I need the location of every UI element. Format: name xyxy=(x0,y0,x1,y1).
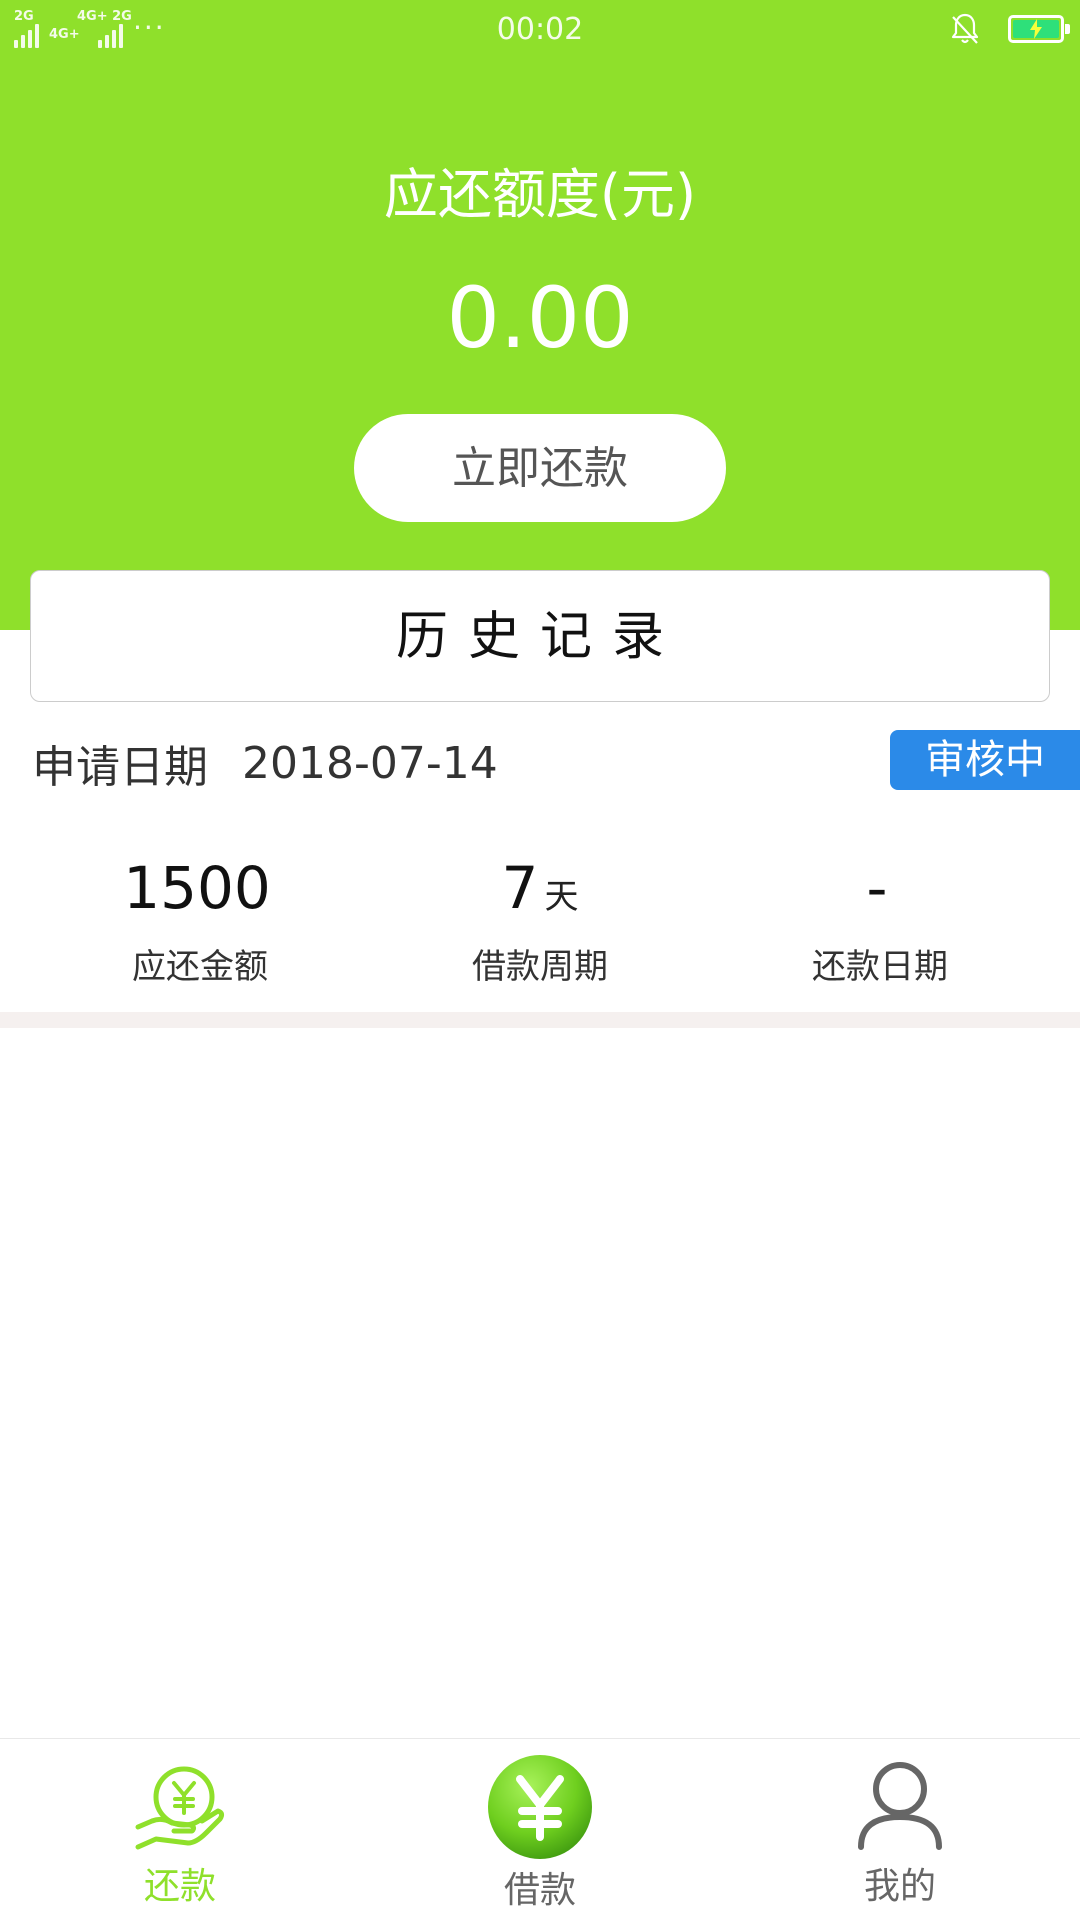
bottom-nav: 还款 借款 我的 xyxy=(0,1738,1080,1920)
stat-label: 还款日期 xyxy=(812,947,948,987)
status-badge: 审核中 xyxy=(890,730,1080,790)
status-right xyxy=(950,12,1070,46)
nav-tab-mine[interactable]: 我的 xyxy=(720,1739,1080,1920)
stat-loan-period: 7天 借款周期 xyxy=(360,852,720,989)
status-bar: 2G 4G+ 4G+ 2G ··· 00:02 xyxy=(0,0,1080,58)
stat-value: 1500 xyxy=(20,852,380,933)
application-date-value: 2018-07-14 xyxy=(242,737,498,789)
yuan-coin-icon xyxy=(488,1755,592,1859)
stat-unit: 天 xyxy=(544,877,579,917)
header-panel: 2G 4G+ 4G+ 2G ··· 00:02 应还额度(元) 0.00 立即还… xyxy=(0,0,1080,630)
user-icon xyxy=(858,1762,942,1850)
repay-hand-icon xyxy=(135,1766,225,1850)
stat-label: 借款周期 xyxy=(472,947,608,987)
charging-bolt-icon xyxy=(1030,19,1042,39)
repayment-screen: 2G 4G+ 4G+ 2G ··· 00:02 应还额度(元) 0.00 立即还… xyxy=(0,0,1080,1920)
stat-value: 7天 xyxy=(360,852,720,933)
history-records-button[interactable]: 历史记录 xyxy=(30,570,1050,702)
bell-muted-icon xyxy=(951,13,979,44)
section-divider xyxy=(0,1012,1080,1028)
stat-repay-date: - 还款日期 xyxy=(700,852,1060,989)
amount-due-value: 0.00 xyxy=(446,269,634,367)
stat-amount-due: 1500 应还金额 xyxy=(20,852,380,989)
nav-tab-label: 借款 xyxy=(503,1870,576,1911)
application-date-row: 申请日期 2018-07-14 xyxy=(32,732,498,794)
repay-now-button[interactable]: 立即还款 xyxy=(354,414,726,522)
battery-icon xyxy=(1008,15,1070,43)
nav-tab-label: 我的 xyxy=(863,1866,936,1907)
nav-tab-repay[interactable]: 还款 xyxy=(0,1739,360,1920)
application-date-label: 申请日期 xyxy=(32,742,208,793)
stat-label: 应还金额 xyxy=(132,947,268,987)
status-time: 00:02 xyxy=(496,12,584,47)
nav-tab-borrow[interactable]: 借款 xyxy=(360,1739,720,1920)
stat-number: - xyxy=(866,854,888,922)
stat-number: 1500 xyxy=(123,854,271,922)
stat-value: - xyxy=(700,852,1060,933)
stat-number: 7 xyxy=(501,854,539,922)
amount-due-title: 应还额度(元) xyxy=(383,163,697,226)
nav-tab-label: 还款 xyxy=(143,1866,216,1907)
